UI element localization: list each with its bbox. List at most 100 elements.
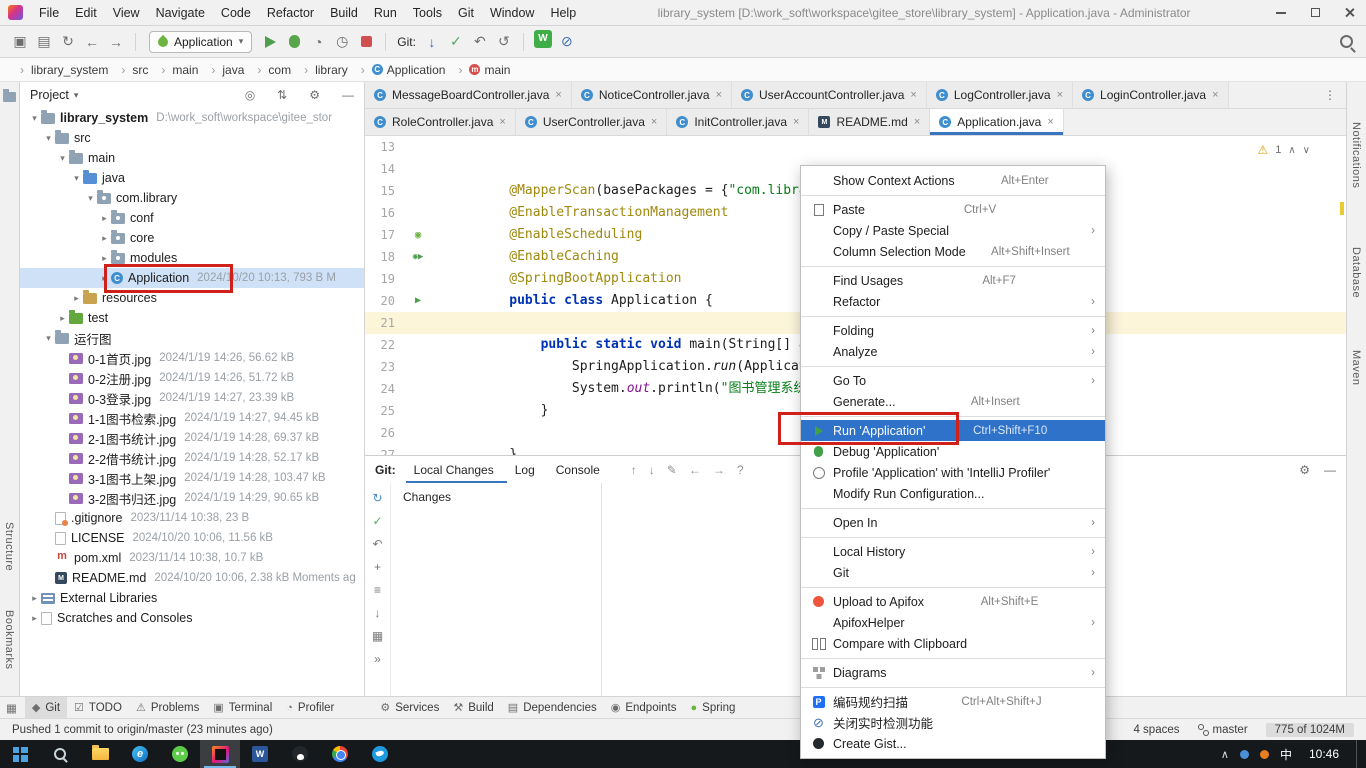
menubar-item[interactable]: Git: [450, 0, 482, 26]
git-branch-widget[interactable]: master: [1198, 724, 1248, 736]
commit-check-icon[interactable]: ✓: [372, 514, 382, 528]
grid-icon[interactable]: ▦: [372, 629, 383, 643]
tree-row[interactable]: ▾ com.library: [20, 188, 364, 208]
settings-icon[interactable]: ⚙: [1299, 463, 1310, 477]
tree-expand-arrow[interactable]: ▾: [56, 153, 69, 164]
line-number[interactable]: 13: [365, 136, 405, 158]
tool-window-button[interactable]: ⚒ Build: [446, 697, 500, 719]
context-menu-item[interactable]: Local History ›: [801, 541, 1105, 562]
line-number[interactable]: 16: [365, 202, 405, 224]
tree-expand-arrow[interactable]: ▾: [42, 133, 55, 144]
gutter-icon[interactable]: [405, 180, 431, 202]
tree-row[interactable]: 0-3登录.jpg 2024/1/19 14:27, 23.39 kB: [20, 388, 364, 408]
database-tool-button[interactable]: Database: [1350, 247, 1362, 298]
gutter-icon[interactable]: [405, 158, 431, 180]
tree-row[interactable]: ▾ 运行图: [20, 328, 364, 348]
breadcrumb-item[interactable]: src: [111, 63, 151, 77]
back-icon[interactable]: ←: [80, 30, 104, 54]
panel-splitter[interactable]: [601, 483, 602, 696]
tray-app-icon[interactable]: [1260, 750, 1269, 759]
structure-tool-button[interactable]: Structure: [3, 522, 15, 571]
project-tool-icon[interactable]: [3, 92, 16, 102]
context-menu-item[interactable]: Open In ›: [801, 512, 1105, 533]
sync-icon[interactable]: ↻: [56, 30, 80, 54]
git-panel-tab[interactable]: Console: [548, 456, 613, 483]
forward-icon[interactable]: →: [104, 30, 128, 54]
gutter-icon[interactable]: [405, 334, 431, 356]
context-menu-item[interactable]: Profile 'Application' with 'IntelliJ Pro…: [801, 462, 1105, 483]
gutter-icon[interactable]: [405, 202, 431, 224]
editor-tab[interactable]: NoticeController.java ×: [572, 82, 732, 108]
settings-icon[interactable]: ⚙: [309, 88, 320, 102]
collapse-all-icon[interactable]: ⇅: [277, 88, 287, 102]
menubar-item[interactable]: File: [31, 0, 67, 26]
line-number[interactable]: 21: [365, 312, 405, 334]
context-menu-item[interactable]: [801, 508, 1105, 509]
context-menu-item[interactable]: Find Usages Alt+F7: [801, 270, 1105, 291]
tree-row[interactable]: ▸ External Libraries: [20, 588, 364, 608]
update-project-icon[interactable]: ↓: [420, 30, 444, 54]
show-desktop-button[interactable]: [1356, 740, 1362, 768]
tree-row[interactable]: 1-1图书检索.jpg 2024/1/19 14:27, 94.45 kB: [20, 408, 364, 428]
menubar-item[interactable]: Run: [366, 0, 405, 26]
minimize-button[interactable]: [1264, 0, 1298, 26]
context-menu-item[interactable]: Copy / Paste Special ›: [801, 220, 1105, 241]
line-number[interactable]: 27: [365, 444, 405, 455]
more-icon[interactable]: »: [374, 652, 381, 666]
context-menu-item[interactable]: Generate... Alt+Insert: [801, 391, 1105, 412]
tool-window-button[interactable]: ▣ Terminal: [206, 697, 279, 719]
forward-icon[interactable]: →: [713, 463, 725, 477]
tree-expand-arrow[interactable]: ▸: [98, 233, 111, 244]
indent-indicator[interactable]: 4 spaces: [1133, 724, 1179, 736]
context-menu-item[interactable]: Refactor ›: [801, 291, 1105, 312]
close-tab-icon[interactable]: ×: [555, 89, 561, 101]
wechat-icon[interactable]: [160, 740, 200, 768]
close-tab-icon[interactable]: ×: [910, 89, 916, 101]
gutter-icon[interactable]: [405, 422, 431, 444]
tool-window-button[interactable]: ☑ TODO: [67, 697, 129, 719]
editor-tab[interactable]: Application.java ×: [930, 109, 1064, 135]
tree-row[interactable]: ▾ java: [20, 168, 364, 188]
editor-tab[interactable]: InitController.java ×: [667, 109, 809, 135]
tree-expand-arrow[interactable]: ▸: [70, 293, 83, 304]
tree-row[interactable]: 0-2注册.jpg 2024/1/19 14:26, 51.72 kB: [20, 368, 364, 388]
close-tab-icon[interactable]: ×: [499, 116, 505, 128]
menubar-item[interactable]: View: [105, 0, 148, 26]
add-icon[interactable]: +: [374, 560, 381, 574]
history-icon[interactable]: ↺: [492, 30, 516, 54]
line-number[interactable]: 20: [365, 290, 405, 312]
line-number[interactable]: 26: [365, 422, 405, 444]
tray-expand-icon[interactable]: ∧: [1221, 748, 1229, 761]
tree-expand-arrow[interactable]: ▸: [56, 313, 69, 324]
breadcrumb-item[interactable]: main: [151, 63, 201, 77]
gutter-icon[interactable]: [405, 400, 431, 422]
tree-row[interactable]: .gitignore 2023/11/14 10:38, 23 B: [20, 508, 364, 528]
line-number[interactable]: 24: [365, 378, 405, 400]
tree-expand-arrow[interactable]: ▸: [98, 213, 111, 224]
context-menu-item[interactable]: ApifoxHelper ›: [801, 612, 1105, 633]
tree-expand-arrow[interactable]: ▸: [28, 593, 41, 604]
gutter-icon[interactable]: [405, 268, 431, 290]
context-menu-item[interactable]: [801, 366, 1105, 367]
tree-expand-arrow[interactable]: ▸: [98, 253, 111, 264]
gutter-icon[interactable]: [405, 136, 431, 158]
search-everywhere-icon[interactable]: [1334, 30, 1358, 54]
tree-row[interactable]: ▸ conf: [20, 208, 364, 228]
bookmarks-tool-button[interactable]: Bookmarks: [3, 610, 15, 670]
run-button[interactable]: [258, 30, 282, 54]
rollback-icon[interactable]: ↶: [468, 30, 492, 54]
notifications-tool-button[interactable]: Notifications: [1350, 122, 1362, 188]
rollback-icon[interactable]: ↶: [372, 537, 382, 551]
breadcrumb-item[interactable]: library_system: [10, 63, 111, 77]
open-project-icon[interactable]: ▣: [8, 30, 32, 54]
tree-row[interactable]: 3-2图书归还.jpg 2024/1/19 14:29, 90.65 kB: [20, 488, 364, 508]
edge-browser-icon[interactable]: [120, 740, 160, 768]
qq-icon[interactable]: [280, 740, 320, 768]
context-menu-item[interactable]: Diagrams ›: [801, 662, 1105, 683]
taskbar-clock[interactable]: 10:46: [1309, 747, 1339, 761]
refresh-icon[interactable]: ↻: [372, 491, 382, 505]
select-opened-file-icon[interactable]: ◎: [245, 88, 255, 102]
word-icon[interactable]: [240, 740, 280, 768]
context-menu-item[interactable]: 编码规约扫描 Ctrl+Alt+Shift+J: [801, 691, 1105, 712]
save-all-icon[interactable]: ▤: [32, 30, 56, 54]
